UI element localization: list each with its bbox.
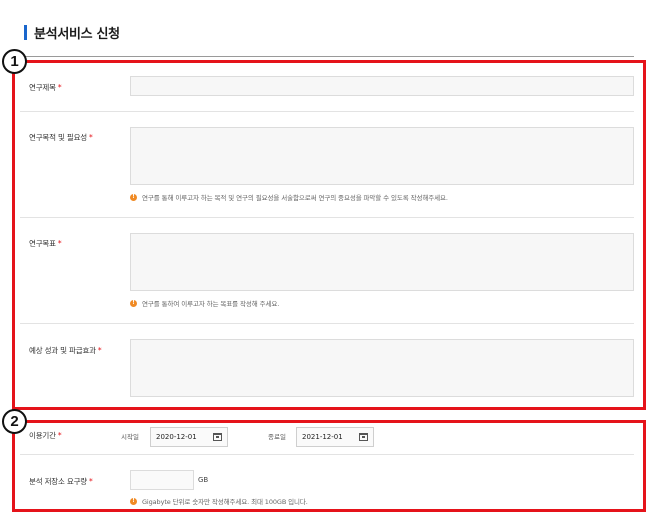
storage-label-text: 분석 저장소 요구량 bbox=[29, 477, 87, 486]
row-divider bbox=[20, 323, 634, 324]
start-date-label: 시작일 bbox=[121, 433, 139, 441]
end-date-picker[interactable]: 2021-12-01 bbox=[296, 427, 374, 447]
start-date-picker[interactable]: 2020-12-01 bbox=[150, 427, 228, 447]
info-icon: ! bbox=[130, 193, 137, 201]
research-title-label: 연구제목 * bbox=[29, 82, 62, 93]
research-purpose-label: 연구목적 및 필요성 * bbox=[29, 132, 93, 143]
storage-label: 분석 저장소 요구량 * bbox=[29, 476, 93, 487]
research-purpose-hint-text: 연구를 통해 이루고자 하는 목적 및 연구의 필요성을 서술함으로써 연구의 … bbox=[142, 194, 448, 202]
required-mark: * bbox=[88, 133, 93, 142]
page-header: 분석서비스 신청 bbox=[24, 22, 120, 42]
page-title: 분석서비스 신청 bbox=[34, 26, 120, 42]
expected-outcome-label-text: 예상 성과 및 파급효과 bbox=[29, 346, 96, 355]
section-badge-1: 1 bbox=[2, 49, 27, 74]
info-icon: ! bbox=[130, 299, 137, 307]
research-goal-textarea[interactable] bbox=[130, 233, 634, 291]
section-badge-2: 2 bbox=[2, 409, 27, 434]
title-divider bbox=[24, 56, 634, 57]
row-divider bbox=[20, 111, 634, 112]
storage-hint: ! Gigabyte 단위로 숫자만 작성해주세요. 최대 100GB 입니다. bbox=[130, 496, 308, 506]
storage-input[interactable] bbox=[130, 470, 194, 490]
calendar-icon[interactable] bbox=[359, 433, 368, 441]
calendar-icon[interactable] bbox=[213, 433, 222, 441]
row-divider bbox=[20, 217, 634, 218]
start-date-value: 2020-12-01 bbox=[156, 433, 197, 441]
required-mark: * bbox=[57, 431, 62, 440]
storage-hint-text: Gigabyte 단위로 숫자만 작성해주세요. 최대 100GB 입니다. bbox=[142, 498, 308, 506]
end-date-value: 2021-12-01 bbox=[302, 433, 343, 441]
research-purpose-textarea[interactable] bbox=[130, 127, 634, 185]
expected-outcome-textarea[interactable] bbox=[130, 339, 634, 397]
usage-period-label: 이용기간 * bbox=[29, 430, 62, 441]
research-goal-label-text: 연구목표 bbox=[29, 239, 56, 248]
research-goal-hint-text: 연구를 통하여 이루고자 하는 목표를 작성해 주세요. bbox=[142, 300, 280, 308]
required-mark: * bbox=[57, 83, 62, 92]
research-title-input[interactable] bbox=[130, 76, 634, 96]
research-purpose-label-text: 연구목적 및 필요성 bbox=[29, 133, 87, 142]
required-mark: * bbox=[57, 239, 62, 248]
required-mark: * bbox=[97, 346, 102, 355]
research-goal-hint: ! 연구를 통하여 이루고자 하는 목표를 작성해 주세요. bbox=[130, 298, 279, 308]
research-title-label-text: 연구제목 bbox=[29, 83, 56, 92]
research-purpose-hint: ! 연구를 통해 이루고자 하는 목적 및 연구의 필요성을 서술함으로써 연구… bbox=[130, 192, 448, 202]
usage-period-label-text: 이용기간 bbox=[29, 431, 56, 440]
storage-unit: GB bbox=[198, 476, 209, 484]
info-icon: ! bbox=[130, 497, 137, 505]
end-date-label: 종료일 bbox=[268, 433, 286, 441]
expected-outcome-label: 예상 성과 및 파급효과 * bbox=[29, 345, 102, 356]
required-mark: * bbox=[88, 477, 93, 486]
title-accent-bar bbox=[24, 24, 27, 40]
row-divider bbox=[20, 454, 634, 455]
research-goal-label: 연구목표 * bbox=[29, 238, 62, 249]
